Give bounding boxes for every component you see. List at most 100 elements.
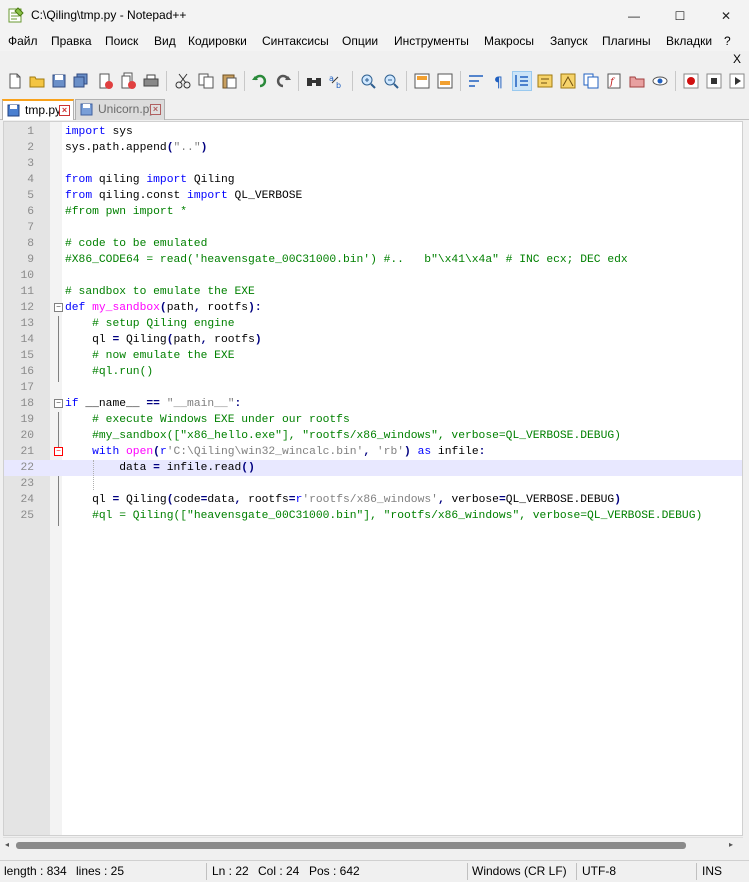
minimize-button[interactable]: —: [611, 0, 657, 31]
fold-toggle-icon[interactable]: −: [54, 447, 63, 456]
code-line[interactable]: 14 ql = Qiling(path, rootfs): [4, 332, 742, 348]
code-line[interactable]: 19 # execute Windows EXE under our rootf…: [4, 412, 742, 428]
save-all-icon[interactable]: [72, 72, 90, 90]
code-line[interactable]: 1 import sys: [4, 124, 742, 140]
new-file-icon[interactable]: [6, 72, 24, 90]
code-line[interactable]: 6 #from pwn import *: [4, 204, 742, 220]
code-line[interactable]: 21 − with open(r'C:\Qiling\win32_wincalc.…: [4, 444, 742, 460]
code-line[interactable]: 23: [4, 476, 742, 492]
doc-map-icon[interactable]: [559, 72, 577, 90]
code-text: #ql.run(): [92, 366, 154, 378]
menu-settings[interactable]: Опции: [342, 33, 378, 49]
undo-icon[interactable]: [251, 72, 269, 90]
record-macro-icon[interactable]: [682, 72, 700, 90]
code-line[interactable]: 4 from qiling import Qiling: [4, 172, 742, 188]
horizontal-scrollbar[interactable]: ◂ ▸: [3, 837, 743, 853]
menu-window[interactable]: Вкладки: [666, 33, 712, 49]
menu-view[interactable]: Вид: [154, 33, 176, 49]
svg-text:¶: ¶: [494, 75, 503, 90]
menu-edit[interactable]: Правка: [51, 33, 92, 49]
code-line[interactable]: 24 ql = Qiling(code=data, rootfs=r'rootf…: [4, 492, 742, 508]
stop-macro-icon[interactable]: [705, 72, 723, 90]
sync-horizontal-icon[interactable]: [436, 72, 454, 90]
line-number: 2: [27, 142, 34, 154]
menu-language[interactable]: Синтаксисы: [262, 33, 329, 49]
scroll-left-icon[interactable]: ◂: [5, 840, 9, 849]
toolbar: ab ¶ f: [0, 66, 749, 96]
find-icon[interactable]: [305, 72, 323, 90]
sync-vertical-icon[interactable]: [413, 72, 431, 90]
code-line[interactable]: 25 #ql = Qiling(["heavensgate_00C31000.b…: [4, 508, 742, 524]
code-line[interactable]: 13 # setup Qiling engine: [4, 316, 742, 332]
scroll-right-icon[interactable]: ▸: [729, 840, 733, 849]
close-doc-button[interactable]: X: [733, 52, 741, 66]
menu-macro[interactable]: Макросы: [484, 33, 534, 49]
status-encoding[interactable]: UTF-8: [582, 864, 616, 878]
code-line[interactable]: 22 data = infile.read(): [4, 460, 742, 476]
file-saved-icon: [80, 103, 93, 116]
code-line[interactable]: 16 #ql.run(): [4, 364, 742, 380]
print-icon[interactable]: [142, 72, 160, 90]
line-number: 25: [20, 510, 34, 522]
code-line[interactable]: 11 # sandbox to emulate the EXE: [4, 284, 742, 300]
code-text: #my_sandbox(["x86_hello.exe"], "rootfs/x…: [92, 430, 621, 442]
tab-close-icon[interactable]: ×: [150, 104, 161, 115]
code-line[interactable]: 17: [4, 380, 742, 396]
line-number: 11: [20, 286, 34, 298]
toolbar-separator: [352, 71, 353, 91]
maximize-button[interactable]: ☐: [657, 0, 703, 31]
code-editor[interactable]: 1 import sys 2 sys.path.append("..") 3 4 from …: [3, 121, 743, 836]
menu-plugins[interactable]: Плагины: [602, 33, 651, 49]
open-file-icon[interactable]: [28, 72, 46, 90]
code-line[interactable]: 20 #my_sandbox(["x86_hello.exe"], "rootf…: [4, 428, 742, 444]
menu-run[interactable]: Запуск: [550, 33, 588, 49]
code-line[interactable]: 3: [4, 156, 742, 172]
tab-tmp-py[interactable]: tmp.py ×: [2, 99, 74, 120]
fold-toggle-icon[interactable]: −: [54, 399, 63, 408]
code-line[interactable]: 18 − if __name__ == "__main__":: [4, 396, 742, 412]
menu-tools[interactable]: Инструменты: [394, 33, 469, 49]
close-all-icon[interactable]: [119, 72, 137, 90]
tab-unicorn-py[interactable]: Unicorn.py ×: [75, 99, 165, 120]
menu-encoding[interactable]: Кодировки: [188, 33, 247, 49]
status-mode[interactable]: INS: [702, 864, 722, 878]
code-line[interactable]: 12 − def my_sandbox(path, rootfs):: [4, 300, 742, 316]
indent-guide-icon[interactable]: [512, 71, 532, 91]
close-file-icon[interactable]: [96, 72, 114, 90]
code-line[interactable]: 7: [4, 220, 742, 236]
code-line[interactable]: 9 #X86_CODE64 = read('heavensgate_00C3100…: [4, 252, 742, 268]
replace-icon[interactable]: ab: [328, 72, 346, 90]
paste-icon[interactable]: [220, 72, 238, 90]
zoom-out-icon[interactable]: [382, 72, 400, 90]
close-window-button[interactable]: ✕: [703, 0, 749, 31]
menu-help[interactable]: ?: [724, 33, 731, 49]
code-line[interactable]: 5 from qiling.const import QL_VERBOSE: [4, 188, 742, 204]
doc-list-icon[interactable]: [582, 72, 600, 90]
copy-icon[interactable]: [197, 72, 215, 90]
function-list-icon[interactable]: f: [605, 72, 623, 90]
redo-icon[interactable]: [274, 72, 292, 90]
fold-toggle-icon[interactable]: −: [54, 303, 63, 312]
scrollbar-thumb[interactable]: [16, 842, 686, 849]
menu-file[interactable]: Файл: [8, 33, 38, 49]
save-icon[interactable]: [50, 72, 68, 90]
tab-close-icon[interactable]: ×: [59, 105, 70, 116]
all-chars-icon[interactable]: ¶: [490, 72, 508, 90]
cut-icon[interactable]: [174, 72, 192, 90]
status-eol[interactable]: Windows (CR LF): [472, 864, 567, 878]
monitoring-icon[interactable]: [651, 72, 669, 90]
word-wrap-icon[interactable]: [467, 72, 485, 90]
zoom-in-icon[interactable]: [359, 72, 377, 90]
folder-workspace-icon[interactable]: [628, 72, 646, 90]
indent-guide: [93, 460, 94, 490]
udl-icon[interactable]: [536, 72, 554, 90]
code-text: from qiling import Qiling: [65, 174, 235, 186]
code-line[interactable]: 15 # now emulate the EXE: [4, 348, 742, 364]
code-text: import sys: [65, 126, 133, 138]
code-line[interactable]: 8 # code to be emulated: [4, 236, 742, 252]
play-macro-icon[interactable]: [728, 72, 746, 90]
menu-search[interactable]: Поиск: [105, 33, 138, 49]
code-line[interactable]: 10: [4, 268, 742, 284]
code-line[interactable]: 2 sys.path.append(".."): [4, 140, 742, 156]
status-ln: Ln : 22: [212, 864, 249, 878]
